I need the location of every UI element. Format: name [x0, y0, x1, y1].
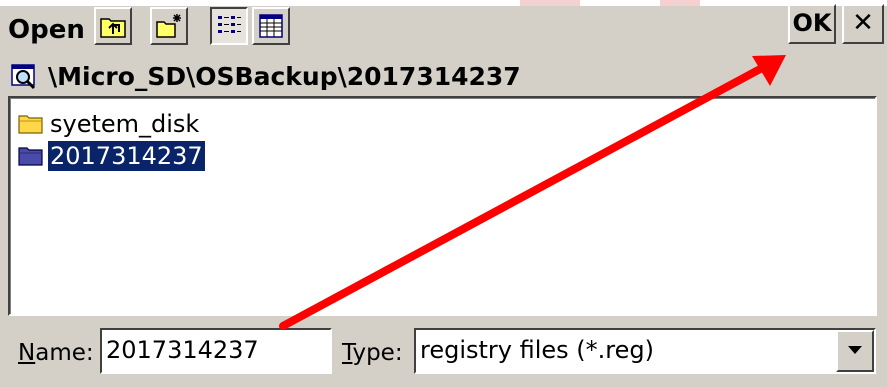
close-button[interactable]: ✕ [842, 4, 884, 44]
folder-search-icon [11, 64, 36, 90]
type-dropdown-button[interactable] [836, 330, 874, 372]
folder-icon [18, 147, 43, 166]
new-folder-button[interactable] [150, 7, 188, 45]
list-item[interactable]: syetem_disk [18, 108, 201, 140]
type-label: Type: [342, 340, 403, 366]
dialog-title: Open [8, 15, 85, 45]
top-edge-strip [0, 0, 887, 6]
list-view-button[interactable] [210, 7, 248, 45]
type-select-value: registry files (*.reg) [420, 336, 654, 364]
new-folder-icon [156, 14, 181, 38]
chevron-down-icon [848, 346, 862, 354]
list-view-icon [218, 16, 241, 33]
name-label: Name: [18, 340, 94, 366]
current-path: \Micro_SD\OSBackup\2017314237 [48, 61, 521, 91]
name-input[interactable]: 2017314237 [100, 328, 332, 374]
close-icon: ✕ [852, 8, 874, 38]
up-folder-button[interactable] [94, 7, 132, 45]
details-view-button[interactable] [252, 7, 290, 45]
annotation-arrow-head [752, 55, 786, 86]
list-item-selected[interactable]: 2017314237 [18, 140, 206, 172]
up-folder-icon [100, 18, 126, 38]
path-bar: \Micro_SD\OSBackup\2017314237 [10, 58, 521, 94]
list-item-label: 2017314237 [47, 140, 206, 172]
type-select[interactable]: registry files (*.reg) [414, 328, 876, 374]
details-view-icon [259, 14, 283, 38]
bottom-bar: Name: 2017314237 Type: registry files (*… [0, 318, 887, 387]
folder-icon [18, 115, 43, 134]
ok-button[interactable]: OK [788, 4, 836, 44]
file-list[interactable]: syetem_disk 2017314237 [8, 96, 877, 316]
list-item-label: syetem_disk [50, 110, 200, 138]
